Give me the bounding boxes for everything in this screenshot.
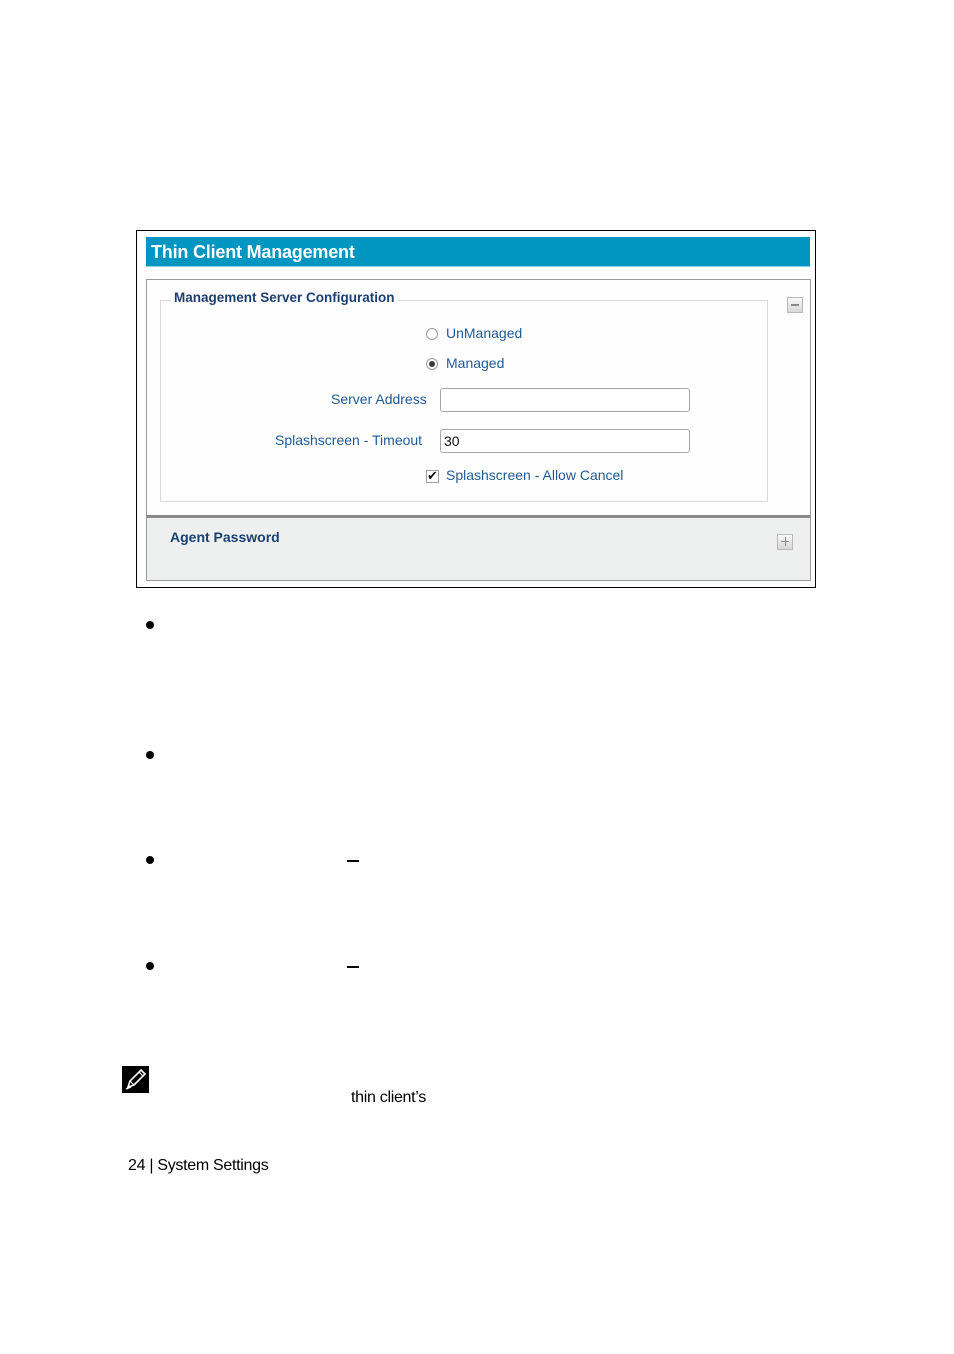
agent-password-panel[interactable]: Agent Password bbox=[146, 515, 811, 581]
bullet-3 bbox=[146, 856, 154, 864]
expand-button[interactable] bbox=[777, 534, 793, 550]
allow-cancel-label[interactable]: Splashscreen - Allow Cancel bbox=[446, 467, 623, 483]
server-address-label: Server Address bbox=[331, 391, 427, 407]
management-server-title: Management Server Configuration bbox=[171, 290, 398, 305]
managed-radio[interactable] bbox=[426, 358, 438, 370]
bullet-2 bbox=[146, 751, 154, 759]
unmanaged-radio[interactable] bbox=[426, 328, 438, 340]
bullet-1 bbox=[146, 621, 154, 629]
title-bar: Thin Client Management bbox=[146, 237, 810, 267]
managed-label[interactable]: Managed bbox=[446, 355, 504, 371]
pencil-note-icon bbox=[122, 1066, 149, 1093]
bullet-4 bbox=[146, 962, 154, 970]
splash-timeout-label: Splashscreen - Timeout bbox=[275, 432, 423, 448]
splash-timeout-input[interactable] bbox=[440, 429, 690, 453]
allow-cancel-checkbox[interactable] bbox=[426, 468, 439, 484]
screenshot-frame: Thin Client Management Management Server… bbox=[136, 230, 816, 588]
note-text-fragment: thin client’s bbox=[351, 1089, 426, 1106]
agent-password-title[interactable]: Agent Password bbox=[170, 529, 280, 545]
collapse-button[interactable] bbox=[787, 297, 803, 313]
dash-2 bbox=[347, 966, 359, 968]
unmanaged-label[interactable]: UnManaged bbox=[446, 325, 522, 341]
management-server-panel: Management Server Configuration UnManage… bbox=[146, 279, 811, 515]
page-footer: 24 | System Settings bbox=[128, 1157, 269, 1174]
server-address-input[interactable] bbox=[440, 388, 690, 412]
dash-1 bbox=[347, 860, 359, 862]
window-title: Thin Client Management bbox=[151, 242, 355, 262]
